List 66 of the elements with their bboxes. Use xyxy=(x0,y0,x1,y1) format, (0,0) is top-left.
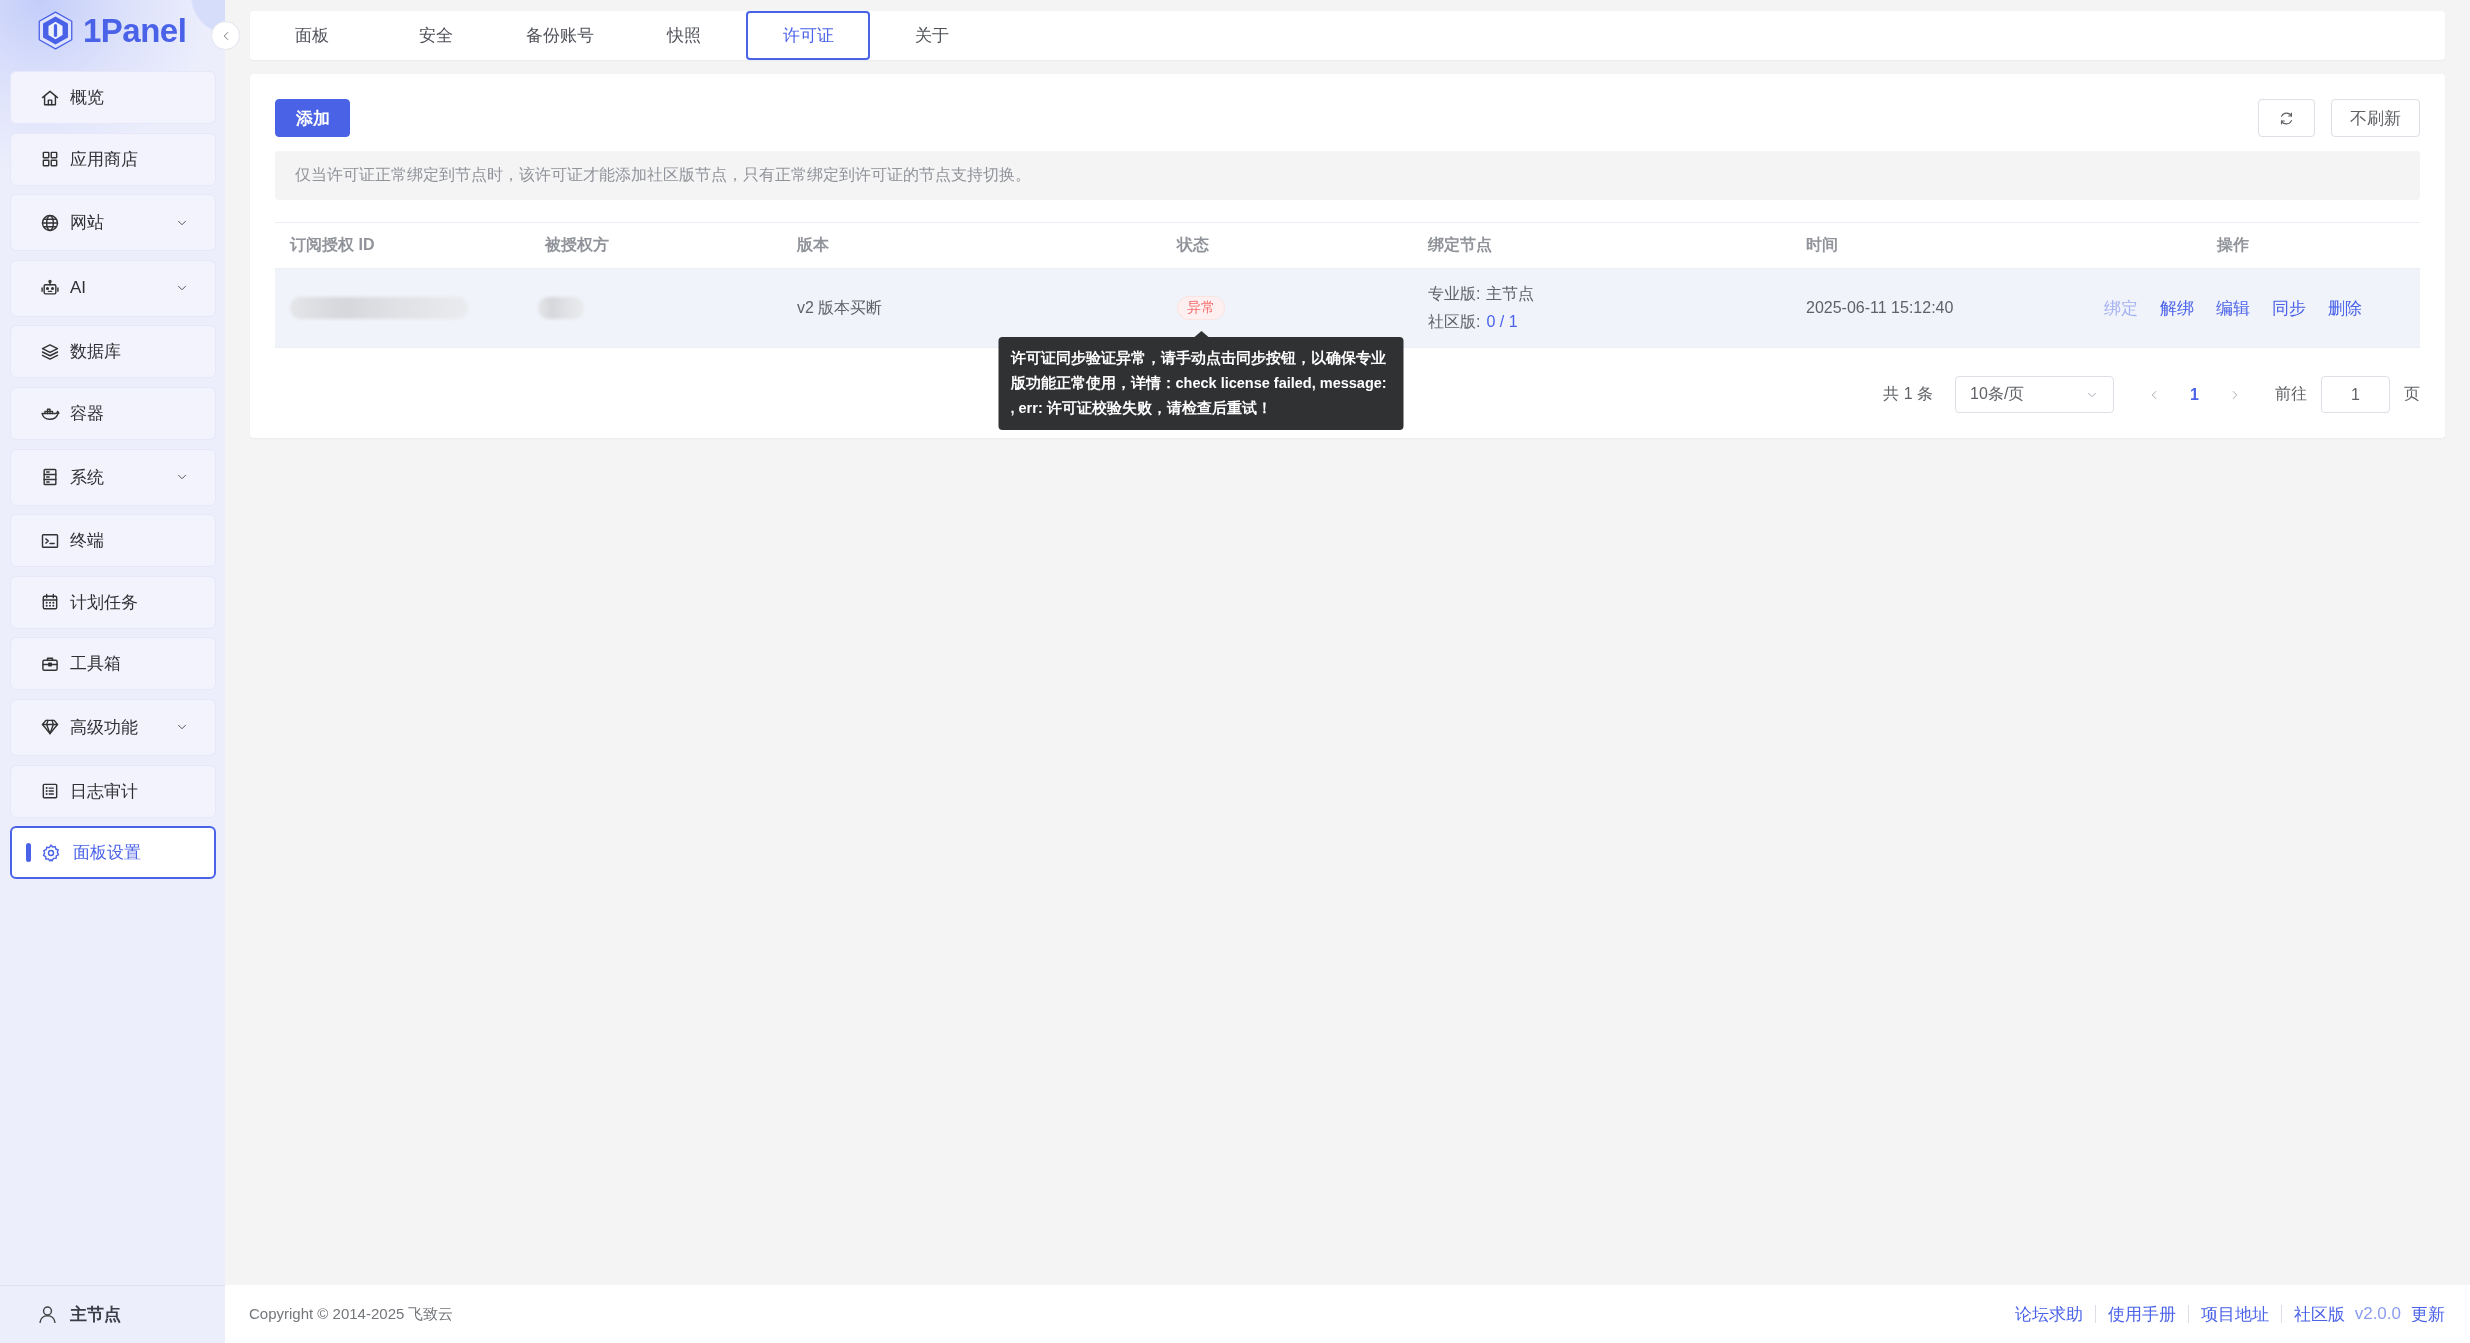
column-header: 订阅授权 ID xyxy=(288,235,376,255)
tab[interactable]: 安全 xyxy=(374,11,498,60)
version-text: v2.0.0 xyxy=(2354,1304,2401,1324)
tab[interactable]: 关于 xyxy=(870,11,994,60)
tab[interactable]: 备份账号 xyxy=(498,11,622,60)
sidebar-item[interactable]: 工具箱 xyxy=(10,637,216,691)
sidebar-item[interactable]: 容器 xyxy=(10,386,216,440)
sidebar-item[interactable]: 终端 xyxy=(10,514,216,568)
tooltip: 许可证同步验证异常，请手动点击同步按钮，以确保专业版功能正常使用，详情：check license failed, message: , err: 许可证校验失败，请检查后重试！ xyxy=(998,331,1404,430)
tab[interactable]: 快照 xyxy=(622,11,746,60)
footer-link[interactable]: 项目地址 xyxy=(2200,1302,2269,1326)
column-header: 操作 xyxy=(2215,235,2250,255)
table-cell-text: v2 版本买断 xyxy=(796,297,884,318)
action-link[interactable]: 编辑 xyxy=(2215,296,2250,320)
status-tag: 异常 xyxy=(1177,296,1225,320)
sidebar-item[interactable]: 日志审计 xyxy=(10,764,216,818)
settings-icon xyxy=(41,842,61,863)
column-header: 状态 xyxy=(1175,235,1210,255)
node-value: 主节点 xyxy=(1486,284,1535,304)
page-unit-label: 页 xyxy=(2404,384,2420,404)
edition-link[interactable]: 社区版 xyxy=(2293,1302,2345,1326)
globe-icon xyxy=(40,212,60,233)
sidebar-item[interactable]: 数据库 xyxy=(10,325,216,379)
page-size-select[interactable]: 10条/页 xyxy=(1955,376,2115,413)
sidebar-item[interactable]: AI xyxy=(10,259,216,317)
logo-text: 1Panel xyxy=(83,11,187,50)
page-number[interactable]: 1 xyxy=(2190,385,2199,404)
column-header: 版本 xyxy=(796,235,830,255)
goto-label: 前往 xyxy=(2275,384,2307,404)
sidebar-item[interactable]: 系统 xyxy=(10,448,216,506)
column-header: 时间 xyxy=(1805,235,1839,255)
hexagon-logo-icon xyxy=(38,11,73,50)
node-label: 专业版: xyxy=(1428,284,1481,304)
sidebar-item[interactable]: 面板设置 xyxy=(10,826,216,880)
server-icon xyxy=(40,467,60,488)
tab[interactable]: 许可证 xyxy=(746,11,870,60)
add-button[interactable]: 添加 xyxy=(275,99,350,137)
user-icon xyxy=(37,1304,58,1325)
selection-bar-icon xyxy=(26,843,31,863)
node-count-link[interactable]: 0 / 1 xyxy=(1486,310,1518,334)
node-label: 社区版: xyxy=(1428,312,1481,332)
refresh-button[interactable] xyxy=(2258,99,2315,137)
sidebar-item[interactable]: 应用商店 xyxy=(10,132,216,186)
redacted-block xyxy=(538,297,584,319)
collapse-button[interactable] xyxy=(211,21,240,50)
action-link[interactable]: 解绑 xyxy=(2159,296,2194,320)
action-link[interactable]: 删除 xyxy=(2327,296,2362,320)
auto-refresh-button[interactable]: 不刷新 xyxy=(2331,99,2420,137)
page-input[interactable]: 1 xyxy=(2321,376,2390,413)
sidebar-item[interactable]: 高级功能 xyxy=(10,698,216,756)
layers-icon xyxy=(40,341,60,362)
column-header: 绑定节点 xyxy=(1426,235,1493,255)
sidebar-item[interactable]: 概览 xyxy=(10,71,216,124)
copyright-text: Copyright © 2014-2025 飞致云 xyxy=(249,1304,454,1324)
info-alert: 仅当许可证正常绑定到节点时，该许可证才能添加社区版节点，只有正常绑定到许可证的节点支持切换。 xyxy=(275,151,2420,200)
sidebar-item[interactable]: 计划任务 xyxy=(10,575,216,629)
column-header: 被授权方 xyxy=(543,235,610,255)
footer-link[interactable]: 论坛求助 xyxy=(2014,1302,2083,1326)
table-cell-text: 2025-06-11 15:12:40 xyxy=(1805,298,1955,318)
action-link[interactable]: 同步 xyxy=(2271,296,2306,320)
update-link[interactable]: 更新 xyxy=(2411,1302,2445,1326)
sidebar-item[interactable]: 网站 xyxy=(10,194,216,252)
footer-link[interactable]: 使用手册 xyxy=(2107,1302,2176,1326)
tab[interactable]: 面板 xyxy=(250,11,374,60)
total-count: 共 1 条 xyxy=(1883,384,1934,404)
refresh-icon xyxy=(2278,109,2295,127)
